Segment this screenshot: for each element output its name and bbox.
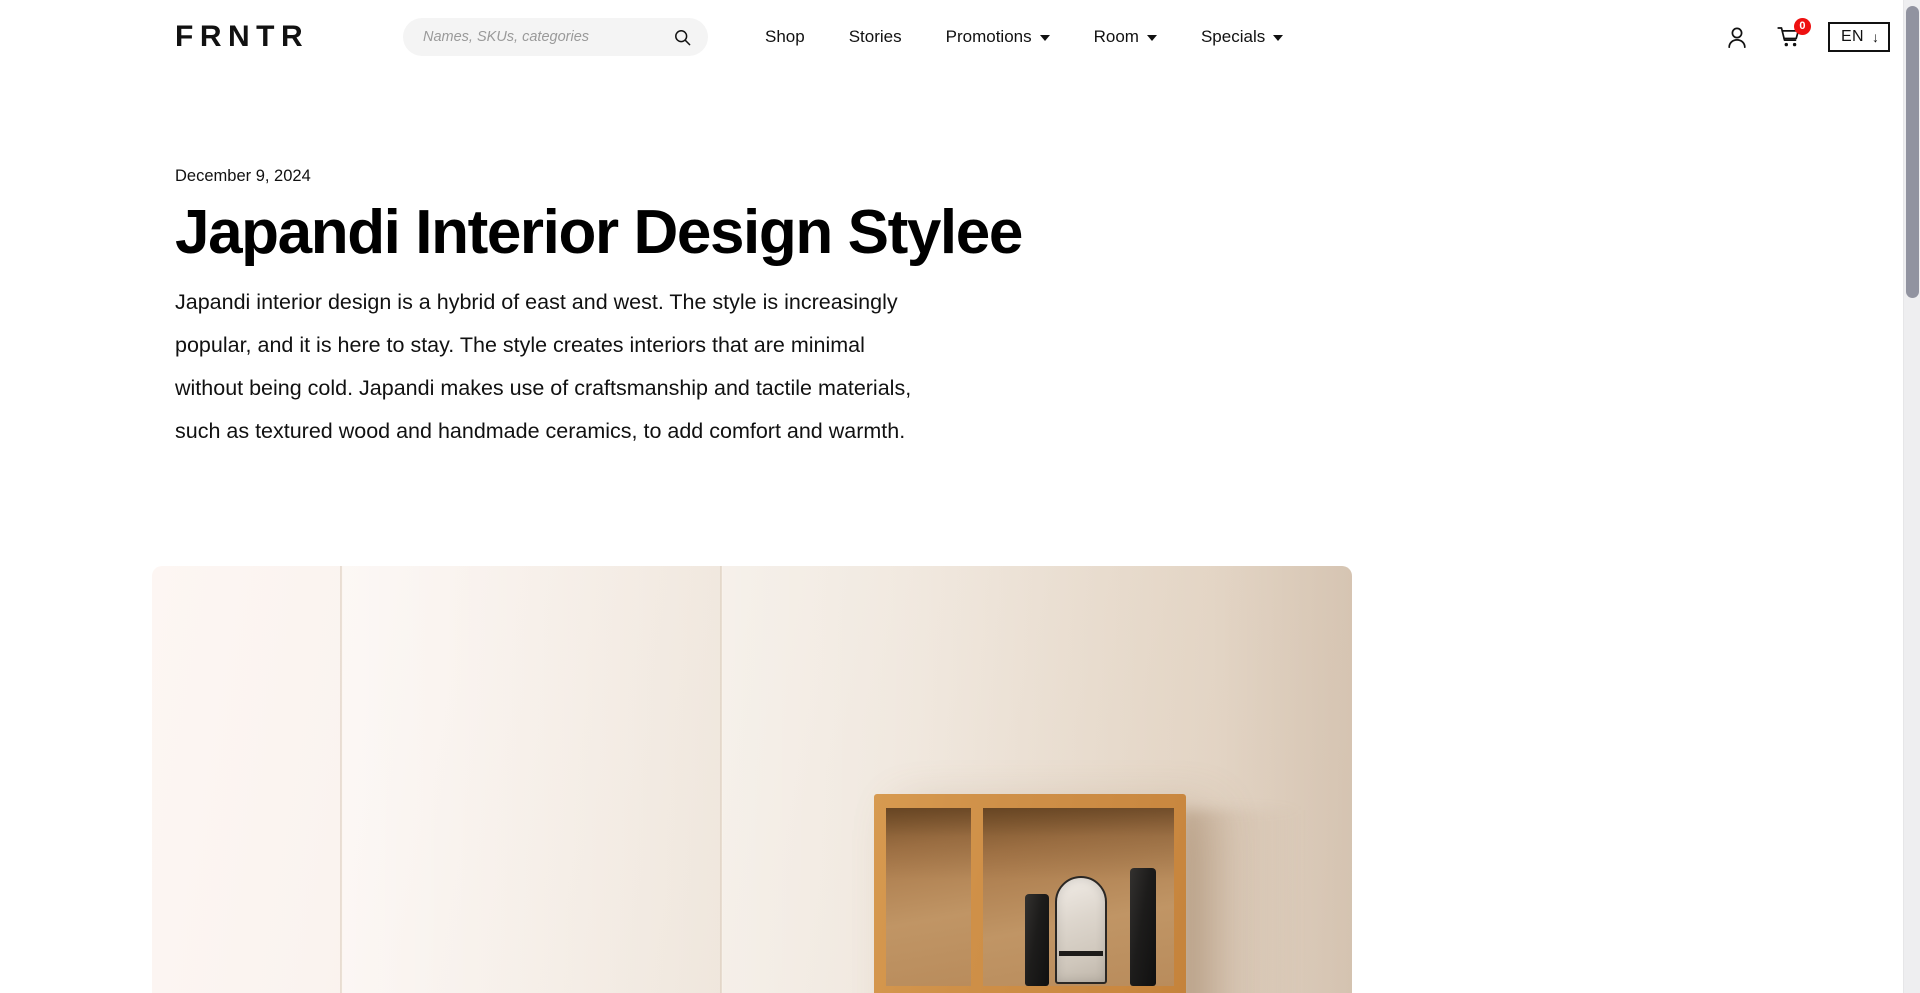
article-main: December 9, 2024 Japandi Interior Design… xyxy=(0,74,1920,453)
wooden-shelving-unit xyxy=(874,794,1186,993)
arrow-down-icon: ↓ xyxy=(1872,29,1879,45)
language-selector[interactable]: EN ↓ xyxy=(1827,22,1890,52)
search-input[interactable] xyxy=(423,18,672,56)
article-body-text: Japandi interior design is a hybrid of e… xyxy=(175,290,912,443)
nav-item-promotions[interactable]: Promotions xyxy=(924,20,1072,54)
account-button[interactable] xyxy=(1724,23,1750,51)
user-account-icon xyxy=(1728,27,1746,48)
scrollbar-thumb[interactable] xyxy=(1906,6,1919,298)
chevron-down-icon xyxy=(1039,35,1050,41)
nav-item-stories[interactable]: Stories xyxy=(827,20,924,54)
browser-viewport: FRNTR Shop Stories Promotions Ro xyxy=(0,0,1920,993)
shelf-compartment xyxy=(886,808,971,986)
search-submit-button[interactable] xyxy=(672,27,692,47)
search-bar[interactable] xyxy=(403,18,708,56)
hero-image xyxy=(152,566,1352,993)
chevron-down-icon xyxy=(1146,35,1157,41)
nav-label: Stories xyxy=(848,27,902,46)
black-ceramic-vase xyxy=(1025,894,1049,986)
chevron-down-icon xyxy=(1273,35,1284,41)
compartment-shading xyxy=(886,808,971,986)
nav-item-shop[interactable]: Shop xyxy=(765,20,827,54)
wall-seam xyxy=(340,566,343,993)
page-title: Japandi Interior Design Stylee xyxy=(175,198,1023,267)
cart-button[interactable]: 0 xyxy=(1776,18,1811,51)
nav-label: Room xyxy=(1093,27,1139,46)
site-header: FRNTR Shop Stories Promotions Ro xyxy=(0,0,1920,74)
nav-label: Promotions xyxy=(945,27,1032,46)
main-navigation: Shop Stories Promotions Room Specials xyxy=(765,20,1305,54)
wall-seam xyxy=(720,566,723,993)
search-icon xyxy=(674,29,690,45)
nav-item-room[interactable]: Room xyxy=(1072,20,1179,54)
nav-label: Shop xyxy=(765,27,805,46)
wall-panel xyxy=(343,566,720,993)
mirror-stand-bar xyxy=(1059,951,1103,956)
nav-label: Specials xyxy=(1200,27,1266,46)
brand-logo[interactable]: FRNTR xyxy=(175,18,309,56)
arched-mirror xyxy=(1055,876,1107,984)
header-actions: 0 EN ↓ xyxy=(1724,15,1890,59)
shelf-compartment xyxy=(983,808,1174,986)
shelf-cast-shadow xyxy=(1182,810,1302,993)
nav-item-specials[interactable]: Specials xyxy=(1179,20,1305,54)
language-label: EN xyxy=(1840,28,1864,45)
cart-count-badge: 0 xyxy=(1793,18,1811,35)
vertical-scrollbar[interactable] xyxy=(1903,0,1920,993)
article-content: December 9, 2024 Japandi Interior Design… xyxy=(0,165,1920,453)
article-date: December 9, 2024 xyxy=(175,167,311,185)
hero-image-scene xyxy=(152,566,1352,993)
black-ceramic-vase xyxy=(1130,868,1156,986)
